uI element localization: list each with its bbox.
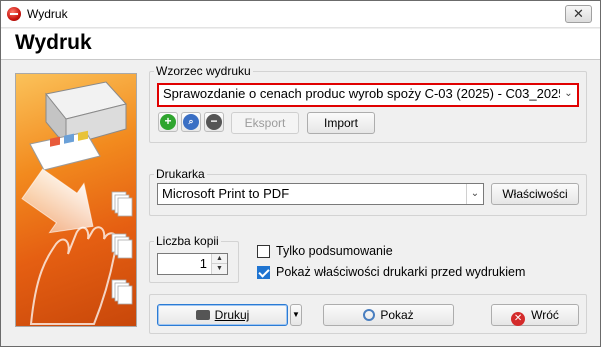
app-logo-icon [7, 7, 21, 21]
print-dialog: Wydruk ✕ Wydruk Wzorzec wydruku Sprawozd… [0, 0, 601, 347]
print-options-dropdown[interactable]: ▼ [290, 304, 302, 326]
export-button[interactable]: Eksport [231, 112, 299, 134]
caret-down-icon: ▼ [292, 310, 300, 319]
back-button[interactable]: ✕ Wróć [491, 304, 579, 326]
add-icon: + [160, 114, 176, 130]
printer-icon [195, 310, 210, 320]
printer-group-label: Drukarka [154, 167, 207, 181]
template-select[interactable]: Sprawozdanie o cenach produc wyrob spoży… [157, 83, 579, 107]
template-group-label: Wzorzec wydruku [154, 64, 253, 78]
header-divider [1, 59, 600, 60]
printer-select-value: Microsoft Print to PDF [162, 186, 290, 201]
summary-only-label[interactable]: Tylko podsumowanie [276, 244, 393, 258]
cancel-icon: ✕ [511, 312, 526, 326]
details-template-tile[interactable]: ⌕ [181, 112, 201, 132]
close-button[interactable]: ✕ [565, 5, 592, 23]
import-button[interactable]: Import [307, 112, 375, 134]
show-printer-props-checkbox[interactable] [257, 266, 270, 279]
page-title: Wydruk [15, 31, 92, 54]
copies-group-label: Liczba kopii [154, 234, 221, 248]
stepper-down-icon[interactable]: ▼ [211, 264, 227, 274]
printer-illustration-icon [21, 81, 133, 325]
add-template-tile[interactable]: + [158, 112, 178, 132]
chevron-down-icon[interactable]: ⌄ [466, 184, 483, 204]
copies-value: 1 [199, 256, 207, 271]
show-printer-props-label[interactable]: Pokaż właściwości drukarki przed wydruki… [276, 265, 525, 279]
chevron-down-icon[interactable]: ⌄ [560, 85, 577, 105]
back-button-label: Wróć [531, 308, 559, 322]
dialog-header: Wydruk [1, 29, 600, 59]
printer-illustration [15, 73, 137, 327]
title-bar[interactable]: Wydruk ✕ [1, 1, 600, 28]
printer-properties-button[interactable]: Właściwości [491, 183, 579, 205]
printer-select[interactable]: Microsoft Print to PDF ⌄ [157, 183, 484, 205]
remove-icon: − [206, 114, 222, 130]
details-icon: ⌕ [183, 114, 199, 130]
preview-button[interactable]: Pokaż [323, 304, 454, 326]
preview-icon [363, 309, 376, 321]
preview-button-label: Pokaż [380, 308, 414, 322]
stepper-up-icon[interactable]: ▲ [211, 254, 227, 264]
summary-only-checkbox[interactable] [257, 245, 270, 258]
print-button[interactable]: Drukuj [157, 304, 288, 326]
print-button-label: Drukuj [214, 308, 250, 322]
remove-template-tile[interactable]: − [204, 112, 224, 132]
copies-stepper[interactable]: 1 ▲ ▼ [157, 253, 228, 275]
template-select-value: Sprawozdanie o cenach produc wyrob spoży… [163, 86, 566, 101]
window-title: Wydruk [27, 7, 68, 21]
